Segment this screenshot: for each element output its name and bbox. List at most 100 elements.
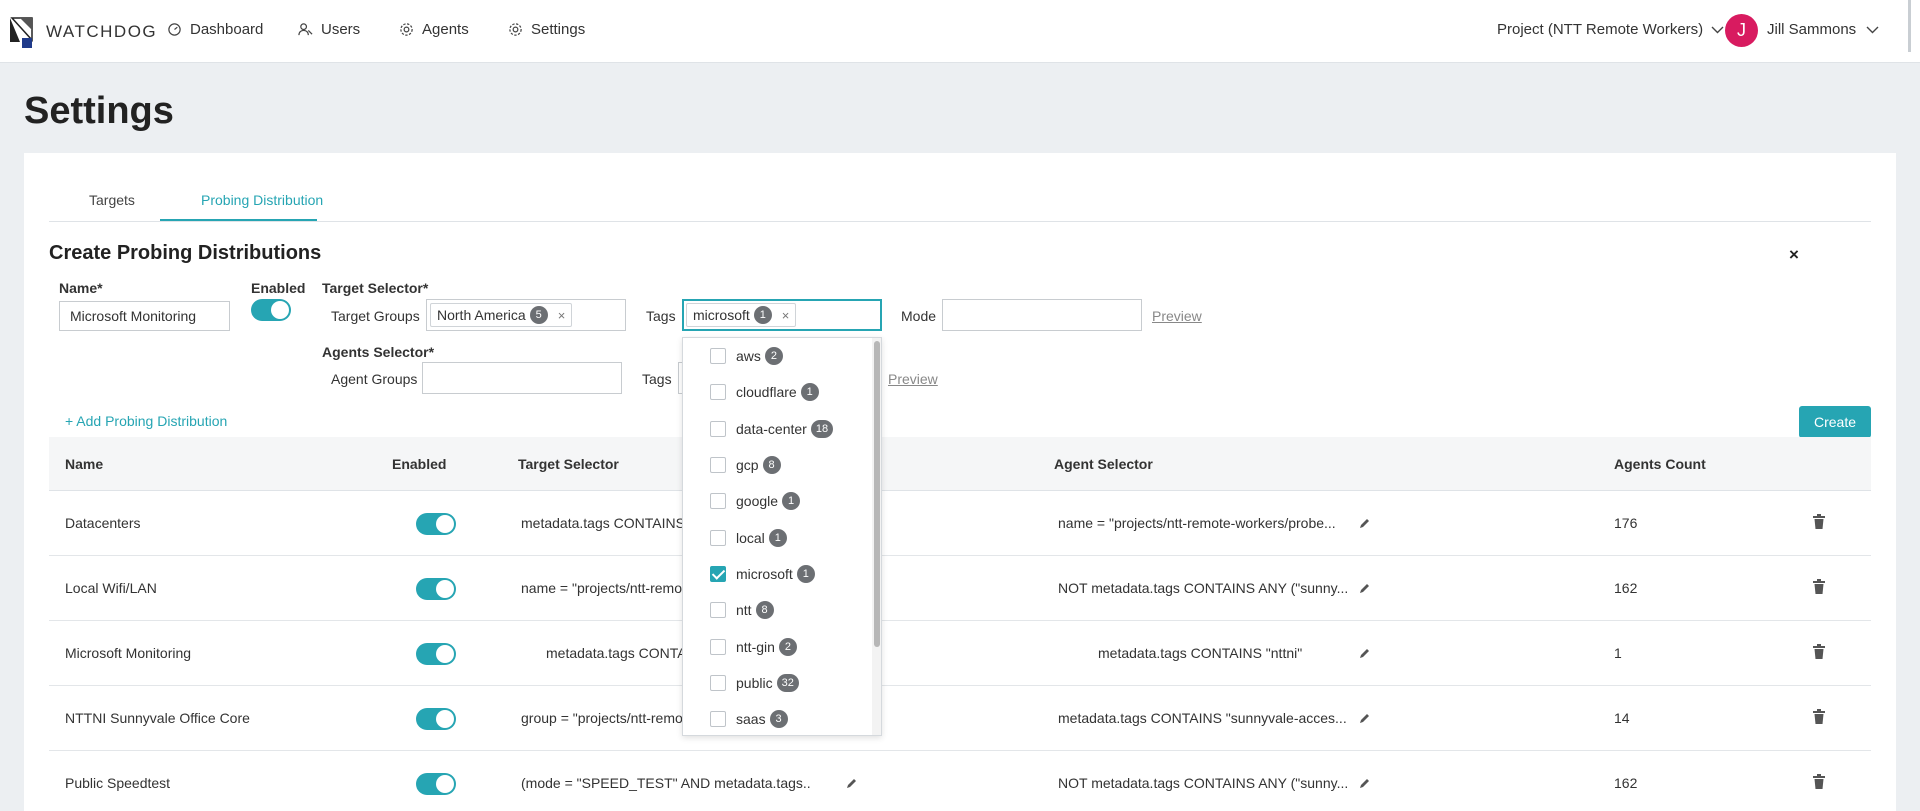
top-navbar: WATCHDOG Dashboard Users Agents Settings… bbox=[0, 0, 1920, 63]
nav-dashboard[interactable]: Dashboard bbox=[167, 21, 263, 38]
row-enabled-toggle[interactable] bbox=[416, 578, 456, 600]
column-header-agents-count[interactable]: Agents Count bbox=[1614, 456, 1706, 472]
target-preview-link[interactable]: Preview bbox=[1152, 308, 1202, 324]
tag-option-aws[interactable]: aws 2 bbox=[683, 338, 873, 374]
name-label: Name* bbox=[59, 280, 103, 296]
nav-settings-label: Settings bbox=[531, 21, 586, 38]
checkbox[interactable] bbox=[710, 457, 726, 473]
column-header-enabled[interactable]: Enabled bbox=[392, 456, 446, 472]
remove-chip-icon[interactable]: × bbox=[782, 308, 790, 323]
tag-option-cloudflare[interactable]: cloudflare 1 bbox=[683, 374, 873, 410]
count-badge: 32 bbox=[776, 674, 799, 692]
checkbox[interactable] bbox=[710, 711, 726, 727]
row-agent-selector: name = "projects/ntt-remote-workers/prob… bbox=[1058, 515, 1336, 531]
trash-icon[interactable] bbox=[1812, 709, 1826, 724]
edit-pencil-icon[interactable] bbox=[846, 777, 858, 789]
table-row[interactable]: Microsoft Monitoring metadata.tags CONTA… bbox=[49, 621, 1871, 686]
enabled-toggle[interactable] bbox=[251, 299, 291, 321]
row-name: Microsoft Monitoring bbox=[65, 645, 192, 661]
table-row[interactable]: Datacenters metadata.tags CONTAINS name … bbox=[49, 491, 1871, 556]
tag-name: microsoft bbox=[736, 566, 793, 582]
row-agent-selector: NOT metadata.tags CONTAINS ANY ("sunny..… bbox=[1058, 580, 1348, 596]
nav-agents[interactable]: Agents bbox=[399, 21, 469, 38]
remove-chip-icon[interactable]: × bbox=[558, 308, 566, 323]
tag-option-label: data-center 18 bbox=[736, 420, 834, 438]
checkbox[interactable] bbox=[710, 639, 726, 655]
tag-option-public[interactable]: public 32 bbox=[683, 665, 873, 701]
nav-users[interactable]: Users bbox=[298, 21, 360, 38]
table-row[interactable]: NTTNI Sunnyvale Office Core group = "pro… bbox=[49, 686, 1871, 751]
create-button[interactable]: Create bbox=[1799, 406, 1871, 438]
tag-option-data-center[interactable]: data-center 18 bbox=[683, 411, 873, 447]
tag-option-microsoft[interactable]: microsoft 1 bbox=[683, 556, 873, 592]
add-probing-distribution-link[interactable]: + Add Probing Distribution bbox=[65, 413, 227, 429]
checkbox-checked[interactable] bbox=[710, 566, 726, 582]
project-selector[interactable]: Project (NTT Remote Workers) bbox=[1497, 21, 1724, 38]
row-agents-count: 162 bbox=[1614, 775, 1638, 791]
close-button[interactable]: × bbox=[1789, 245, 1799, 265]
count-badge: 5 bbox=[529, 306, 548, 324]
table-row[interactable]: Local Wifi/LAN name = "projects/ntt-remo… bbox=[49, 556, 1871, 621]
row-enabled-toggle[interactable] bbox=[416, 773, 456, 795]
row-enabled-toggle[interactable] bbox=[416, 513, 456, 535]
agent-tags-label: Tags bbox=[642, 371, 672, 387]
chevron-down-icon bbox=[1711, 26, 1724, 33]
name-input[interactable]: Microsoft Monitoring bbox=[59, 301, 230, 331]
tab-probing-distribution[interactable]: Probing Distribution bbox=[201, 192, 323, 208]
tag-option-local[interactable]: local 1 bbox=[683, 520, 873, 556]
active-tab-indicator bbox=[160, 219, 317, 221]
tag-option-label: saas 3 bbox=[736, 710, 788, 728]
checkbox[interactable] bbox=[710, 348, 726, 364]
tag-name: google bbox=[736, 493, 779, 509]
column-header-agent-selector[interactable]: Agent Selector bbox=[1054, 456, 1153, 472]
edit-pencil-icon[interactable] bbox=[1359, 647, 1371, 659]
checkbox[interactable] bbox=[710, 675, 726, 691]
checkbox[interactable] bbox=[710, 602, 726, 618]
count-badge: 8 bbox=[755, 601, 774, 619]
column-header-name[interactable]: Name bbox=[65, 456, 103, 472]
tag-option-saas[interactable]: saas 3 bbox=[683, 701, 873, 735]
tab-bar: Targets Probing Distribution bbox=[49, 153, 1871, 222]
trash-icon[interactable] bbox=[1812, 514, 1826, 529]
trash-icon[interactable] bbox=[1812, 774, 1826, 789]
table-row[interactable]: Public Speedtest (mode = "SPEED_TEST" AN… bbox=[49, 751, 1871, 811]
nav-settings[interactable]: Settings bbox=[508, 21, 585, 38]
count-badge: 1 bbox=[800, 383, 819, 401]
tag-chip: microsoft 1 × bbox=[686, 303, 797, 327]
checkbox[interactable] bbox=[710, 421, 726, 437]
row-enabled-toggle[interactable] bbox=[416, 643, 456, 665]
checkbox[interactable] bbox=[710, 530, 726, 546]
checkbox[interactable] bbox=[710, 384, 726, 400]
scrollbar[interactable] bbox=[1908, 0, 1911, 52]
trash-icon[interactable] bbox=[1812, 644, 1826, 659]
row-agents-count: 162 bbox=[1614, 580, 1638, 596]
mode-input[interactable] bbox=[942, 299, 1142, 331]
edit-pencil-icon[interactable] bbox=[1359, 777, 1371, 789]
edit-pencil-icon[interactable] bbox=[1359, 517, 1371, 529]
tab-targets[interactable]: Targets bbox=[89, 192, 135, 208]
chevron-down-icon bbox=[1866, 26, 1879, 33]
tag-option-ntt[interactable]: ntt 8 bbox=[683, 592, 873, 628]
target-groups-label: Target Groups bbox=[331, 308, 420, 324]
edit-pencil-icon[interactable] bbox=[1359, 582, 1371, 594]
user-name: Jill Sammons bbox=[1767, 21, 1857, 38]
avatar[interactable]: J bbox=[1725, 14, 1758, 47]
user-menu[interactable]: Jill Sammons bbox=[1767, 21, 1879, 38]
row-enabled-toggle[interactable] bbox=[416, 708, 456, 730]
edit-pencil-icon[interactable] bbox=[1359, 712, 1371, 724]
tag-option-ntt-gin[interactable]: ntt-gin 2 bbox=[683, 629, 873, 665]
scrollbar-thumb[interactable] bbox=[874, 341, 880, 647]
tag-name: ntt-gin bbox=[736, 639, 775, 655]
checkbox[interactable] bbox=[710, 493, 726, 509]
agent-groups-input[interactable] bbox=[422, 362, 622, 394]
column-header-target-selector[interactable]: Target Selector bbox=[518, 456, 619, 472]
tag-name: gcp bbox=[736, 457, 759, 473]
dropdown-scrollbar[interactable] bbox=[872, 338, 881, 735]
tag-option-google[interactable]: google 1 bbox=[683, 483, 873, 519]
tag-option-gcp[interactable]: gcp 8 bbox=[683, 447, 873, 483]
brand-name: WATCHDOG bbox=[46, 22, 158, 41]
agent-preview-link[interactable]: Preview bbox=[888, 371, 938, 387]
trash-icon[interactable] bbox=[1812, 579, 1826, 594]
brand-logo[interactable]: WATCHDOG bbox=[10, 16, 157, 48]
tag-name: ntt bbox=[736, 602, 752, 618]
